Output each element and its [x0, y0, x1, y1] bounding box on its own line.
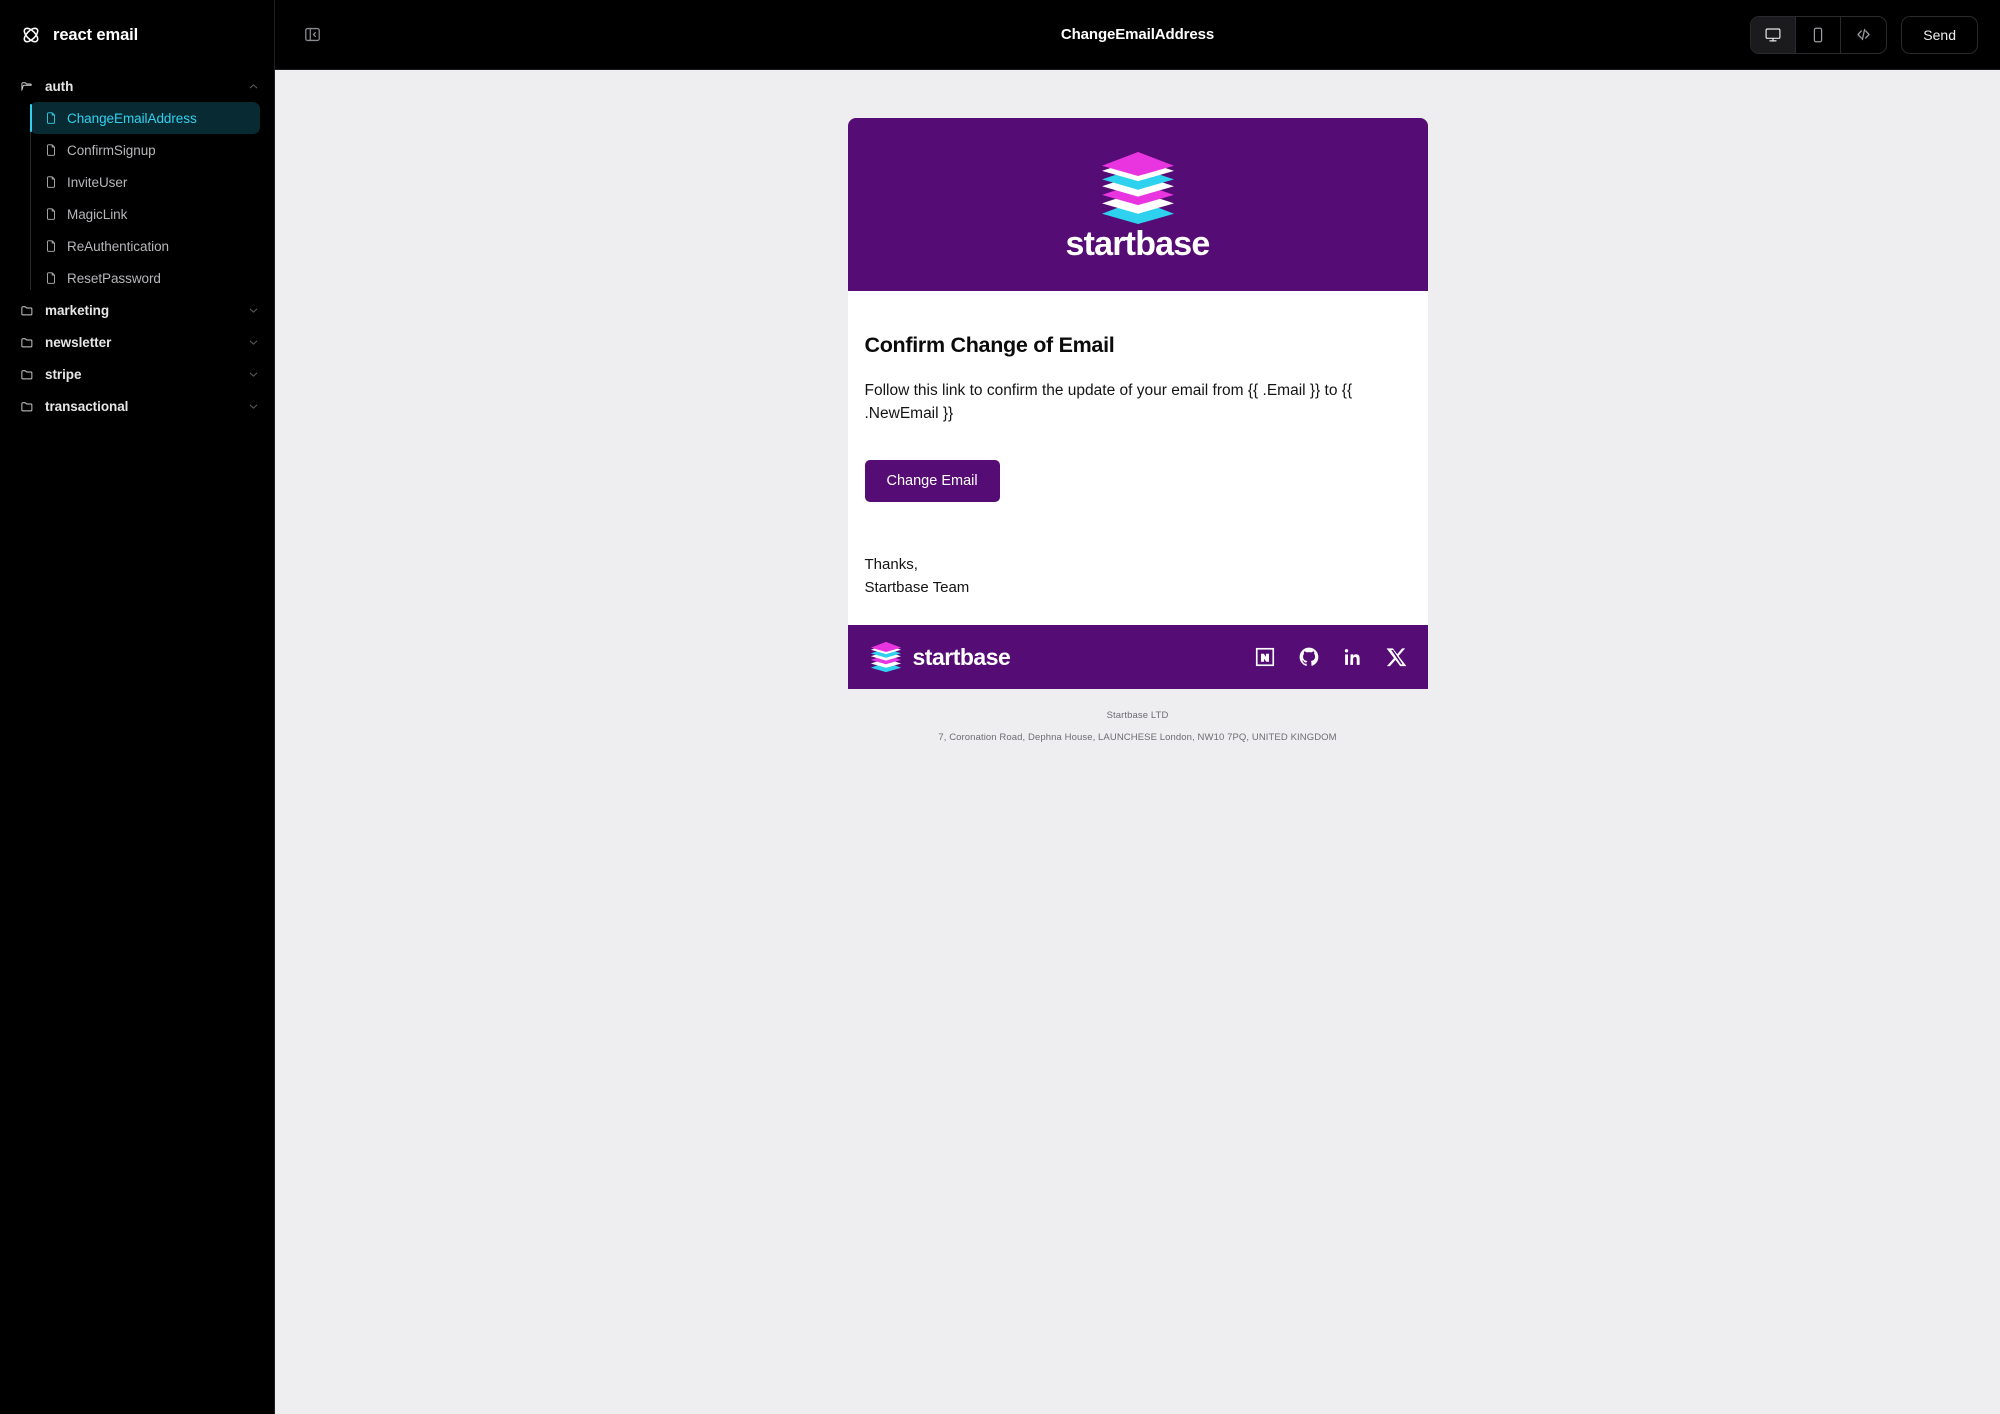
sidebar-folder-stripe[interactable]: stripe — [0, 358, 274, 390]
view-source-button[interactable] — [1841, 17, 1886, 53]
email-paragraph: Follow this link to confirm the update o… — [864, 382, 1353, 423]
folder-icon — [21, 337, 33, 347]
legal-company: Startbase LTD — [1106, 710, 1169, 722]
sidebar-item-magiclink[interactable]: MagicLink — [30, 198, 260, 230]
email-header: startbase — [847, 118, 1428, 292]
topbar: ChangeEmailAddress Send — [275, 0, 2000, 70]
email-legal: Startbase LTD 7, Coronation Road, Dephna… — [848, 689, 1428, 748]
footer-socials — [1254, 646, 1408, 668]
sidebar-item-changeemailaddress[interactable]: ChangeEmailAddress — [29, 102, 260, 134]
main-area: ChangeEmailAddress Send startbase Confir… — [275, 0, 2000, 1414]
email-heading: Confirm Change of Email — [864, 333, 1115, 358]
sidebar-item-label: ConfirmSignup — [67, 142, 156, 158]
email-container: startbase Confirm Change of Email Follow… — [847, 118, 1428, 690]
layers-stack-icon — [1101, 152, 1174, 224]
chevron-down-icon — [249, 404, 258, 409]
view-mobile-button[interactable] — [1796, 16, 1842, 53]
file-icon — [47, 240, 55, 252]
file-tree: auth ChangeEmailAddress ConfirmSignup In… — [0, 70, 274, 422]
sidebar-item-label: InviteUser — [67, 174, 128, 190]
panel-collapse-glyph — [304, 27, 320, 42]
signoff-line-1: Thanks, — [864, 556, 918, 574]
sidebar-folder-label: stripe — [45, 366, 82, 382]
send-button[interactable]: Send — [1901, 15, 1978, 54]
npm-icon[interactable] — [1254, 646, 1276, 668]
sidebar-item-confirmsignup[interactable]: ConfirmSignup — [30, 134, 260, 166]
sidebar-item-label: ReAuthentication — [67, 238, 170, 254]
sidebar-folder-marketing[interactable]: marketing — [0, 294, 274, 326]
linkedin-icon[interactable] — [1342, 646, 1364, 668]
topbar-actions: Send — [1750, 15, 1978, 54]
sidebar-folder-transactional[interactable]: transactional — [0, 390, 274, 422]
phone-icon — [1814, 27, 1823, 42]
footer-wordmark: startbase — [912, 643, 1011, 670]
sidebar-folder-label: newsletter — [45, 334, 112, 350]
sidebar-folder-label: auth — [45, 78, 74, 94]
layers-stack-icon — [870, 642, 901, 673]
sidebar-folder-label: transactional — [45, 398, 129, 414]
sidebar-item-label: ChangeEmailAddress — [67, 110, 197, 126]
code-icon — [1857, 28, 1870, 41]
sidebar-folder-children-auth: ChangeEmailAddress ConfirmSignup InviteU… — [0, 102, 274, 294]
email-body: Confirm Change of Email Follow this link… — [847, 291, 1428, 626]
x-icon[interactable] — [1386, 646, 1408, 668]
file-icon — [47, 112, 55, 124]
atom-icon — [23, 27, 39, 43]
monitor-icon — [1765, 27, 1781, 41]
email-footer: startbase — [847, 625, 1428, 690]
chevron-down-icon — [249, 340, 258, 345]
brand-label: react email — [53, 25, 139, 44]
sidebar-item-label: MagicLink — [67, 206, 128, 222]
folder-icon — [21, 401, 33, 411]
change-email-button[interactable]: Change Email — [864, 460, 1000, 503]
sidebar: react email auth ChangeEmailAddress Conf… — [0, 0, 275, 1414]
signoff-line-2: Startbase Team — [864, 578, 970, 596]
folder-open-icon — [21, 81, 32, 91]
email-logo-wordmark: startbase — [1065, 225, 1211, 263]
file-icon — [47, 272, 55, 284]
chevron-down-icon — [249, 308, 258, 313]
chevron-down-icon — [249, 372, 258, 377]
sidebar-item-reauthentication[interactable]: ReAuthentication — [30, 230, 260, 262]
email-signoff: Thanks, Startbase Team — [865, 554, 1411, 599]
sidebar-item-resetpassword[interactable]: ResetPassword — [30, 262, 260, 294]
view-mode-group — [1750, 15, 1888, 54]
file-icon — [47, 208, 55, 220]
sidebar-folder-newsletter[interactable]: newsletter — [0, 326, 274, 358]
page-title: ChangeEmailAddress — [1060, 26, 1215, 43]
panel-collapse-icon[interactable] — [297, 20, 327, 50]
file-icon — [47, 144, 55, 156]
email-preview-canvas: startbase Confirm Change of Email Follow… — [275, 70, 2000, 1414]
footer-brand: startbase — [868, 641, 1011, 673]
chevron-up-icon — [249, 83, 258, 88]
folder-icon — [21, 369, 33, 379]
sidebar-item-inviteuser[interactable]: InviteUser — [30, 166, 260, 198]
folder-icon — [21, 305, 33, 315]
sidebar-item-label: ResetPassword — [67, 270, 161, 286]
view-desktop-button[interactable] — [1751, 16, 1797, 53]
sidebar-folder-auth[interactable]: auth — [0, 70, 274, 102]
app-root: react email auth ChangeEmailAddress Conf… — [0, 0, 2000, 1414]
file-icon — [47, 176, 55, 188]
github-icon[interactable] — [1298, 646, 1320, 668]
brand[interactable]: react email — [0, 0, 274, 70]
legal-address: 7, Coronation Road, Dephna House, LAUNCH… — [938, 731, 1337, 743]
sidebar-folder-label: marketing — [45, 302, 110, 318]
